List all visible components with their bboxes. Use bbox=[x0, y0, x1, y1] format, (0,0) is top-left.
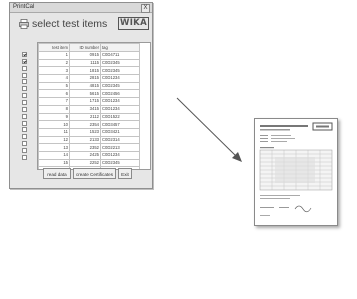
certificate-preview bbox=[259, 122, 333, 216]
certificate-document-icon bbox=[254, 118, 338, 226]
